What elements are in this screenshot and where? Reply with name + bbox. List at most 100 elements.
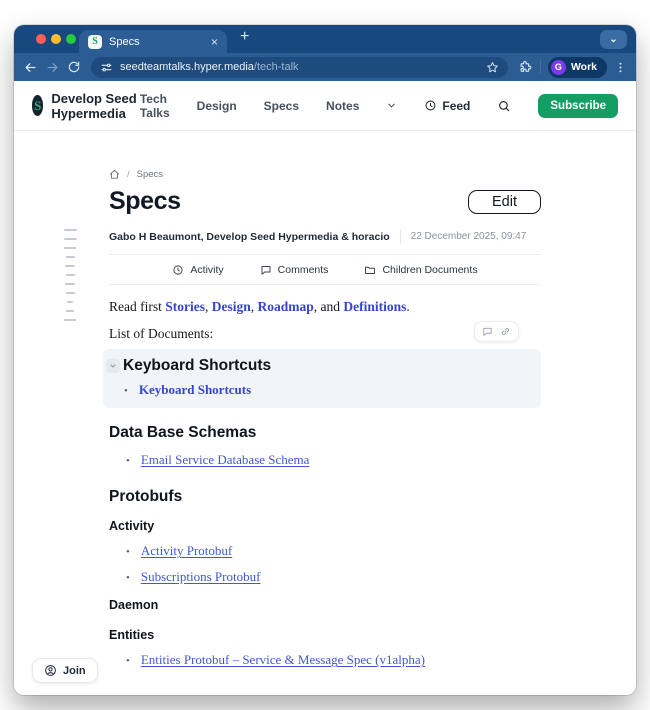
reload-icon[interactable] bbox=[67, 60, 81, 74]
feed-history-icon bbox=[424, 99, 437, 112]
nav-item-specs[interactable]: Specs bbox=[264, 99, 299, 113]
site-header: S Develop Seed Hypermedia Tech Talks Des… bbox=[14, 81, 636, 131]
url-host: seedteamtalks.hyper.media bbox=[120, 61, 254, 73]
nav-item-design[interactable]: Design bbox=[197, 99, 237, 113]
list-item: • Email Service Database Schema bbox=[126, 452, 541, 468]
breadcrumb-current[interactable]: Specs bbox=[137, 169, 163, 180]
document-outline-indicator[interactable] bbox=[62, 229, 78, 321]
browser-menu-icon[interactable] bbox=[614, 61, 627, 74]
tab-children-documents[interactable]: Children Documents bbox=[364, 264, 477, 276]
outline-bar bbox=[66, 256, 75, 258]
home-icon[interactable] bbox=[109, 169, 120, 180]
folder-icon bbox=[364, 264, 376, 276]
bullet-icon: • bbox=[126, 455, 130, 467]
browser-tab[interactable]: S Specs × bbox=[79, 30, 227, 53]
link-icon[interactable] bbox=[500, 326, 511, 337]
feed-button[interactable]: Feed bbox=[424, 99, 470, 113]
forward-icon[interactable] bbox=[45, 60, 60, 75]
url-text: seedteamtalks.hyper.media/tech-talk bbox=[120, 61, 299, 73]
search-icon[interactable] bbox=[497, 99, 511, 113]
link-email-service-database-schema[interactable]: Email Service Database Schema bbox=[141, 452, 310, 468]
link-subscriptions-protobuf[interactable]: Subscriptions Protobuf bbox=[141, 569, 261, 585]
tab-close-icon[interactable]: × bbox=[211, 36, 218, 48]
edit-button[interactable]: Edit bbox=[468, 190, 541, 214]
bullet-icon: • bbox=[126, 546, 130, 558]
tab-title: Specs bbox=[109, 36, 204, 48]
url-path: /tech-talk bbox=[254, 61, 299, 73]
link-keyboard-shortcuts[interactable]: Keyboard Shortcuts bbox=[139, 382, 251, 398]
seed-logo-icon[interactable]: S bbox=[32, 95, 43, 116]
close-window-button[interactable] bbox=[36, 34, 46, 44]
link-design[interactable]: Design bbox=[212, 299, 251, 314]
authors[interactable]: Gabo H Beaumont, Develop Seed Hypermedia… bbox=[109, 231, 390, 243]
link-definitions[interactable]: Definitions bbox=[343, 299, 406, 314]
breadcrumb-separator: / bbox=[127, 169, 130, 180]
list-item: • Entities Protobuf – Service & Message … bbox=[126, 652, 541, 668]
nav-item-tech-talks[interactable]: Tech Talks bbox=[140, 92, 170, 120]
site-brand[interactable]: Develop Seed Hypermedia bbox=[51, 91, 139, 121]
join-button[interactable]: Join bbox=[32, 658, 98, 683]
browser-toolbar: seedteamtalks.hyper.media/tech-talk G Wo… bbox=[14, 53, 636, 81]
tab-children-documents-label: Children Documents bbox=[382, 264, 477, 276]
link-stories[interactable]: Stories bbox=[165, 299, 205, 314]
nav-more-chevron-icon[interactable] bbox=[386, 100, 397, 111]
outline-bar bbox=[64, 238, 77, 240]
bullet-icon: • bbox=[126, 572, 130, 584]
join-label: Join bbox=[63, 665, 86, 677]
tab-search-chevron-icon[interactable]: ⌄ bbox=[600, 30, 627, 49]
profile-label: Work bbox=[571, 61, 597, 73]
tab-comments[interactable]: Comments bbox=[260, 264, 329, 276]
block-hover-toolbar bbox=[474, 321, 519, 342]
profile-avatar: G bbox=[551, 60, 566, 75]
person-circle-icon bbox=[44, 664, 57, 677]
intro-suffix: . bbox=[406, 299, 409, 314]
outline-bar bbox=[67, 301, 73, 303]
breadcrumb: / Specs bbox=[109, 169, 541, 180]
comment-icon[interactable] bbox=[482, 326, 493, 337]
intro-sep: , bbox=[251, 299, 258, 314]
outline-bar bbox=[66, 292, 75, 294]
link-entities-protobuf[interactable]: Entities Protobuf – Service & Message Sp… bbox=[141, 652, 425, 668]
document-date: 22 December 2025, 09:47 bbox=[411, 231, 527, 242]
page-content: S Develop Seed Hypermedia Tech Talks Des… bbox=[14, 81, 636, 695]
outline-bar bbox=[64, 319, 76, 321]
address-bar[interactable]: seedteamtalks.hyper.media/tech-talk bbox=[91, 57, 508, 78]
subsection-heading: Entities bbox=[109, 628, 541, 642]
link-activity-protobuf[interactable]: Activity Protobuf bbox=[141, 543, 232, 559]
new-tab-icon[interactable]: + bbox=[240, 28, 249, 46]
feed-label: Feed bbox=[442, 99, 470, 113]
link-roadmap[interactable]: Roadmap bbox=[258, 299, 314, 314]
nav-item-notes[interactable]: Notes bbox=[326, 99, 359, 113]
bullet-icon: • bbox=[124, 385, 128, 397]
profile-chip[interactable]: G Work bbox=[548, 57, 607, 78]
tab-comments-label: Comments bbox=[278, 264, 329, 276]
authors-date-divider bbox=[400, 229, 401, 244]
back-icon[interactable] bbox=[23, 60, 38, 75]
collapse-chevron-icon[interactable] bbox=[106, 359, 120, 373]
traffic-lights bbox=[36, 34, 76, 44]
seed-favicon-icon: S bbox=[88, 35, 102, 49]
outline-bar bbox=[65, 283, 75, 285]
page-title: Specs bbox=[109, 187, 181, 216]
subscribe-button[interactable]: Subscribe bbox=[538, 94, 618, 118]
section-heading: Data Base Schemas bbox=[109, 424, 541, 442]
outline-bar bbox=[64, 247, 76, 249]
extensions-icon[interactable] bbox=[518, 60, 533, 75]
maximize-window-button[interactable] bbox=[66, 34, 76, 44]
link-resources-protobuf[interactable]: Resources Protobuf (Documents v3alpha) bbox=[141, 692, 359, 695]
document-tabs: Activity Comments Children Documents bbox=[109, 255, 541, 284]
site-settings-icon[interactable] bbox=[100, 61, 113, 74]
outline-bar bbox=[65, 265, 75, 267]
toolbar-separator bbox=[540, 60, 541, 74]
list-label: List of Documents: bbox=[109, 326, 213, 341]
intro-sep: , bbox=[205, 299, 212, 314]
subsection-heading: Activity bbox=[109, 519, 541, 533]
minimize-window-button[interactable] bbox=[51, 34, 61, 44]
tab-strip: S Specs × + ⌄ bbox=[14, 25, 636, 53]
tab-activity[interactable]: Activity bbox=[172, 264, 223, 276]
bullet-icon: • bbox=[126, 655, 130, 667]
section-heading: Keyboard Shortcuts bbox=[123, 357, 531, 375]
authors-row: Gabo H Beaumont, Develop Seed Hypermedia… bbox=[109, 229, 541, 244]
comment-bubble-icon bbox=[260, 264, 272, 276]
bookmark-star-icon[interactable] bbox=[486, 61, 499, 74]
